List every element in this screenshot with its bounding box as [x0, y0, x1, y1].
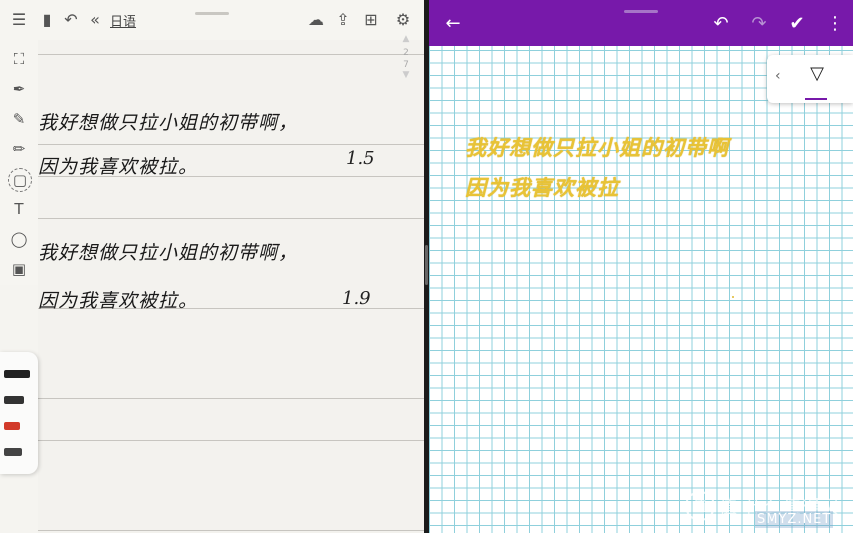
pen-black-1[interactable] — [4, 370, 30, 378]
ruled-line — [38, 218, 424, 219]
page-up-icon[interactable]: ▲ — [398, 34, 414, 44]
pen-icon[interactable]: ✒ — [8, 78, 30, 100]
sticker-icon[interactable]: ▣ — [8, 258, 30, 280]
page-down-icon[interactable]: ▼ — [398, 70, 414, 80]
handwriting-line: 因为我喜欢被拉 — [465, 175, 619, 200]
ruled-line — [38, 144, 424, 145]
collapse-icon[interactable]: « — [84, 8, 106, 30]
notebook-icon[interactable]: ▮ — [36, 8, 58, 30]
redo-icon[interactable]: ↷ — [747, 11, 771, 35]
pen-black-3[interactable] — [4, 448, 22, 456]
pen-red[interactable] — [4, 422, 20, 430]
more-icon[interactable]: ⋮ — [823, 11, 847, 35]
note-page[interactable]: 我好想做只拉小姐的初带啊， 因为我喜欢被拉。 1.5 我好想做只拉小姐的初带啊，… — [38, 40, 424, 533]
left-notes-app: ☰ ▮ ↶ « 日语 ☁ ⇪ ⊞ ⚙ 我好想做只拉小姐的初带啊， 因为我喜欢被拉… — [0, 0, 424, 533]
ruled-line — [38, 54, 424, 55]
handwriting-number: 1.9 — [342, 288, 371, 309]
eraser-icon[interactable]: ▢ — [8, 168, 32, 192]
watermark-logo-icon: 值 — [685, 491, 715, 521]
handwriting-line: 我好想做只拉小姐的初带啊 — [465, 135, 729, 160]
pencil-icon[interactable]: ✏ — [8, 138, 30, 160]
left-toolbar: ☰ ▮ ↶ « 日语 ☁ ⇪ ⊞ ⚙ — [0, 0, 424, 41]
shapes-icon[interactable]: ◯ — [8, 228, 30, 250]
share-icon[interactable]: ⇪ — [332, 8, 354, 30]
handwriting-line: 因为我喜欢被拉。 — [38, 156, 199, 178]
tool-rail: ⛶ ✒ ✎ ✏ ▢ T ◯ ▣ — [0, 40, 38, 285]
handwriting-line: 我好想做只拉小姐的初带啊， — [38, 242, 299, 264]
ink-to-text-icon[interactable]: ✔ — [785, 11, 809, 35]
handwriting-line: 我好想做只拉小姐的初带啊， — [38, 112, 299, 134]
handwriting-line: 因为我喜欢被拉。 — [38, 290, 199, 312]
text-icon[interactable]: T — [8, 198, 30, 220]
undo-icon[interactable]: ↶ — [709, 11, 733, 35]
settings-icon[interactable]: ⚙ — [392, 8, 414, 30]
chevron-left-icon[interactable]: ‹ — [775, 68, 781, 84]
lasso-select-icon[interactable]: ⛶ — [8, 48, 30, 70]
back-icon[interactable]: ← — [441, 11, 465, 35]
drag-handle[interactable] — [195, 12, 229, 15]
selected-indicator — [805, 98, 827, 100]
drag-handle[interactable] — [624, 10, 658, 13]
page-total: 7 — [403, 60, 409, 70]
ink-dot — [732, 296, 734, 298]
highlighter-pen-icon[interactable]: ▽ — [807, 63, 827, 85]
ruled-line — [38, 530, 424, 531]
ruled-line — [38, 398, 424, 399]
right-appbar: ← ↶ ↷ ✔ ⋮ — [429, 0, 853, 46]
page-indicator[interactable]: ▲ 2 7 ▼ — [398, 34, 414, 80]
pen-black-2[interactable] — [4, 396, 24, 404]
page-current: 2 — [403, 48, 409, 58]
handwriting-number: 1.5 — [346, 148, 375, 169]
watermark-url: SMYZ.NET — [755, 511, 834, 528]
divider-grip[interactable] — [425, 245, 428, 285]
ruled-line — [38, 440, 424, 441]
undo-icon[interactable]: ↶ — [60, 8, 82, 30]
add-page-icon[interactable]: ⊞ — [360, 8, 382, 30]
outline-icon[interactable]: ☰ — [8, 8, 30, 30]
cloud-sync-icon[interactable]: ☁ — [305, 8, 327, 30]
notebook-title[interactable]: 日语 — [110, 11, 136, 30]
pen-flyout: ‹ ▽ — [767, 55, 853, 103]
pen-rail — [0, 352, 38, 474]
marker-icon[interactable]: ✎ — [8, 108, 30, 130]
right-notes-app[interactable]: ← ↶ ↷ ✔ ⋮ ‹ ▽ 我好想做只拉小姐的初带啊 因为我喜欢被拉 — [429, 0, 853, 533]
